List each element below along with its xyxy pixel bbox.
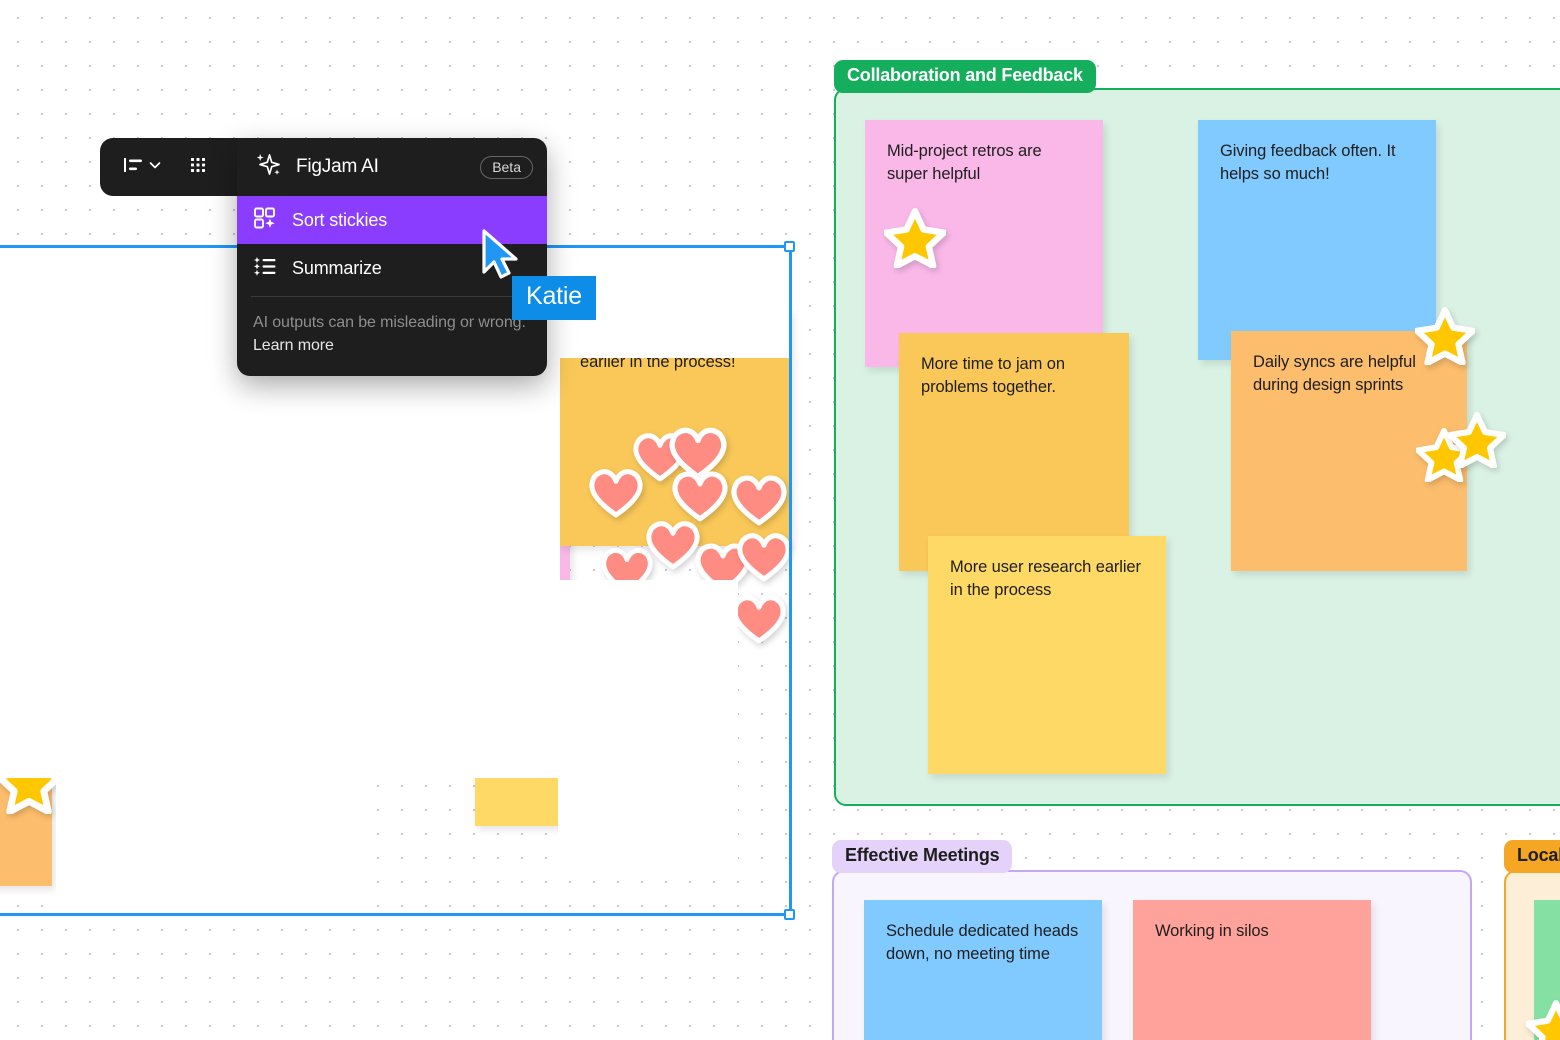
frame-label-collaboration[interactable]: Collaboration and Feedback bbox=[834, 60, 1096, 93]
selection-border-bottom bbox=[0, 913, 791, 916]
learn-more-link[interactable]: Learn more bbox=[253, 337, 334, 354]
summarize-list-icon bbox=[253, 254, 277, 283]
ai-disclaimer: AI outputs can be misleading or wrong. L… bbox=[237, 297, 547, 376]
sticky-note[interactable]: More user research earlier in the proces… bbox=[928, 536, 1166, 774]
canvas-white-region-right bbox=[558, 580, 738, 880]
ai-panel-header: FigJam AI Beta bbox=[237, 138, 547, 196]
collaborator-cursor: Katie bbox=[478, 228, 596, 320]
ai-panel-title: FigJam AI bbox=[296, 156, 379, 177]
selection-handle-top-right[interactable] bbox=[784, 241, 795, 252]
chevron-down-icon bbox=[148, 158, 162, 177]
star-sticker[interactable] bbox=[884, 208, 946, 268]
selection-handle-bottom-right[interactable] bbox=[784, 909, 795, 920]
frame-label-effective-meetings[interactable]: Effective Meetings bbox=[832, 840, 1013, 873]
sticky-note[interactable]: Working in silos bbox=[1133, 900, 1371, 1040]
grid-dots-button[interactable] bbox=[188, 155, 208, 180]
heart-sticker[interactable] bbox=[731, 592, 787, 644]
ai-disclaimer-text: AI outputs can be misleading or wrong. bbox=[253, 314, 526, 331]
canvas-white-region-bottom bbox=[56, 620, 356, 920]
menu-item-label: Sort stickies bbox=[292, 209, 388, 230]
grid-dots-icon bbox=[188, 155, 208, 180]
heart-sticker[interactable] bbox=[645, 518, 701, 570]
heart-sticker[interactable] bbox=[671, 468, 729, 522]
sticky-note[interactable]: Schedule dedicated heads down, no meetin… bbox=[864, 900, 1102, 1040]
star-sticker[interactable] bbox=[1526, 1000, 1560, 1040]
beta-badge: Beta bbox=[480, 155, 533, 179]
selection-border-right bbox=[789, 245, 792, 916]
heart-sticker[interactable] bbox=[730, 472, 788, 526]
cursor-name-label: Katie bbox=[512, 276, 596, 320]
heart-sticker[interactable] bbox=[736, 530, 792, 582]
star-sticker[interactable] bbox=[1415, 307, 1475, 365]
align-left-icon bbox=[122, 155, 144, 180]
sticky-note[interactable]: Giving feedback often. It helps so much! bbox=[1198, 120, 1436, 360]
sort-stickies-icon bbox=[253, 206, 277, 235]
frame-label-local[interactable]: Local bbox=[1504, 840, 1560, 873]
figjam-canvas[interactable]: Celebrate as a team! Working in silos Mi… bbox=[0, 0, 1560, 1040]
star-sticker[interactable] bbox=[1448, 412, 1506, 468]
menu-item-label: Summarize bbox=[292, 257, 382, 278]
toolbar-left-group[interactable] bbox=[100, 138, 237, 196]
ai-sparkle-icon bbox=[253, 150, 283, 185]
align-left-button[interactable] bbox=[122, 155, 162, 180]
